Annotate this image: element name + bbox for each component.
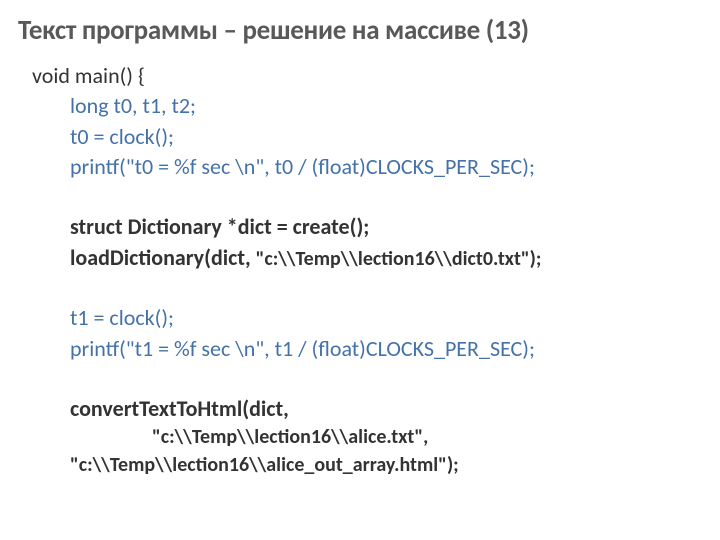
code-line: "c:\\Temp\\lection16\\alice_out_array.ht… — [32, 452, 702, 480]
blank-line — [32, 182, 702, 212]
code-line: "c:\\Temp\\lection16\\alice.txt", — [32, 424, 702, 452]
code-path: "c:\\Temp\\lection16\\dict0.txt"); — [256, 247, 542, 271]
blank-line — [32, 273, 702, 303]
code-line: convertTextToHtml(dict, — [32, 394, 702, 424]
code-line: long t0, t1, t2; — [32, 91, 702, 121]
code-line: struct Dictionary *dict = create(); — [32, 212, 702, 242]
code-line: t0 = clock(); — [32, 122, 702, 152]
code-block: void main() { long t0, t1, t2; t0 = cloc… — [18, 61, 702, 480]
blank-line — [32, 364, 702, 394]
code-line: printf("t0 = %f sec \n", t0 / (float)CLO… — [32, 152, 702, 182]
code-line: void main() { — [32, 61, 702, 91]
code-line: t1 = clock(); — [32, 303, 702, 333]
code-line: printf("t1 = %f sec \n", t1 / (float)CLO… — [32, 334, 702, 364]
code-line: loadDictionary(dict, "c:\\Temp\\lection1… — [32, 243, 702, 274]
code-span: loadDictionary(dict, — [70, 244, 256, 271]
slide-title: Текст программы – решение на массиве (13… — [18, 14, 702, 47]
